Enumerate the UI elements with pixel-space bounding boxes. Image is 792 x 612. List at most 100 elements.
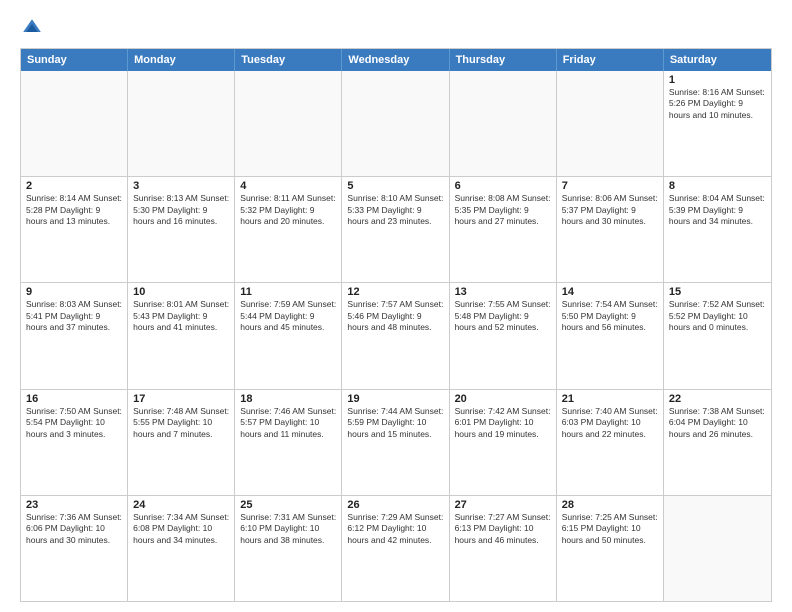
day-info: Sunrise: 8:10 AM Sunset: 5:33 PM Dayligh… <box>347 193 443 227</box>
calendar-cell: 14Sunrise: 7:54 AM Sunset: 5:50 PM Dayli… <box>557 283 664 388</box>
day-info: Sunrise: 7:25 AM Sunset: 6:15 PM Dayligh… <box>562 512 658 546</box>
day-info: Sunrise: 7:31 AM Sunset: 6:10 PM Dayligh… <box>240 512 336 546</box>
calendar-cell: 3Sunrise: 8:13 AM Sunset: 5:30 PM Daylig… <box>128 177 235 282</box>
calendar-cell: 26Sunrise: 7:29 AM Sunset: 6:12 PM Dayli… <box>342 496 449 601</box>
calendar-row-4: 16Sunrise: 7:50 AM Sunset: 5:54 PM Dayli… <box>21 389 771 495</box>
day-info: Sunrise: 7:48 AM Sunset: 5:55 PM Dayligh… <box>133 406 229 440</box>
day-info: Sunrise: 8:16 AM Sunset: 5:26 PM Dayligh… <box>669 87 766 121</box>
day-number: 12 <box>347 286 443 298</box>
day-info: Sunrise: 7:29 AM Sunset: 6:12 PM Dayligh… <box>347 512 443 546</box>
day-number: 25 <box>240 499 336 511</box>
day-number: 14 <box>562 286 658 298</box>
calendar-cell <box>128 71 235 176</box>
calendar-cell: 25Sunrise: 7:31 AM Sunset: 6:10 PM Dayli… <box>235 496 342 601</box>
calendar-row-2: 2Sunrise: 8:14 AM Sunset: 5:28 PM Daylig… <box>21 176 771 282</box>
calendar-cell <box>664 496 771 601</box>
header-day-thursday: Thursday <box>450 49 557 71</box>
header-day-wednesday: Wednesday <box>342 49 449 71</box>
calendar-cell: 23Sunrise: 7:36 AM Sunset: 6:06 PM Dayli… <box>21 496 128 601</box>
calendar-cell <box>557 71 664 176</box>
day-info: Sunrise: 8:06 AM Sunset: 5:37 PM Dayligh… <box>562 193 658 227</box>
day-info: Sunrise: 7:52 AM Sunset: 5:52 PM Dayligh… <box>669 299 766 333</box>
calendar: SundayMondayTuesdayWednesdayThursdayFrid… <box>20 48 772 602</box>
day-number: 13 <box>455 286 551 298</box>
day-info: Sunrise: 8:14 AM Sunset: 5:28 PM Dayligh… <box>26 193 122 227</box>
calendar-cell: 9Sunrise: 8:03 AM Sunset: 5:41 PM Daylig… <box>21 283 128 388</box>
calendar-cell: 22Sunrise: 7:38 AM Sunset: 6:04 PM Dayli… <box>664 390 771 495</box>
day-number: 5 <box>347 180 443 192</box>
header <box>20 16 772 40</box>
calendar-cell: 20Sunrise: 7:42 AM Sunset: 6:01 PM Dayli… <box>450 390 557 495</box>
day-number: 1 <box>669 74 766 86</box>
calendar-cell: 7Sunrise: 8:06 AM Sunset: 5:37 PM Daylig… <box>557 177 664 282</box>
day-number: 26 <box>347 499 443 511</box>
calendar-cell: 15Sunrise: 7:52 AM Sunset: 5:52 PM Dayli… <box>664 283 771 388</box>
calendar-cell: 10Sunrise: 8:01 AM Sunset: 5:43 PM Dayli… <box>128 283 235 388</box>
day-number: 22 <box>669 393 766 405</box>
day-info: Sunrise: 8:13 AM Sunset: 5:30 PM Dayligh… <box>133 193 229 227</box>
day-info: Sunrise: 7:34 AM Sunset: 6:08 PM Dayligh… <box>133 512 229 546</box>
calendar-cell: 2Sunrise: 8:14 AM Sunset: 5:28 PM Daylig… <box>21 177 128 282</box>
calendar-cell: 24Sunrise: 7:34 AM Sunset: 6:08 PM Dayli… <box>128 496 235 601</box>
calendar-cell: 18Sunrise: 7:46 AM Sunset: 5:57 PM Dayli… <box>235 390 342 495</box>
day-number: 28 <box>562 499 658 511</box>
header-day-saturday: Saturday <box>664 49 771 71</box>
day-number: 7 <box>562 180 658 192</box>
calendar-cell: 11Sunrise: 7:59 AM Sunset: 5:44 PM Dayli… <box>235 283 342 388</box>
calendar-cell: 28Sunrise: 7:25 AM Sunset: 6:15 PM Dayli… <box>557 496 664 601</box>
day-info: Sunrise: 7:54 AM Sunset: 5:50 PM Dayligh… <box>562 299 658 333</box>
day-number: 18 <box>240 393 336 405</box>
day-info: Sunrise: 8:03 AM Sunset: 5:41 PM Dayligh… <box>26 299 122 333</box>
calendar-cell <box>235 71 342 176</box>
calendar-cell <box>342 71 449 176</box>
day-info: Sunrise: 8:04 AM Sunset: 5:39 PM Dayligh… <box>669 193 766 227</box>
day-number: 2 <box>26 180 122 192</box>
day-number: 3 <box>133 180 229 192</box>
header-day-monday: Monday <box>128 49 235 71</box>
day-number: 19 <box>347 393 443 405</box>
header-day-tuesday: Tuesday <box>235 49 342 71</box>
calendar-row-5: 23Sunrise: 7:36 AM Sunset: 6:06 PM Dayli… <box>21 495 771 601</box>
logo <box>20 16 48 40</box>
calendar-cell: 6Sunrise: 8:08 AM Sunset: 5:35 PM Daylig… <box>450 177 557 282</box>
day-info: Sunrise: 7:55 AM Sunset: 5:48 PM Dayligh… <box>455 299 551 333</box>
calendar-cell: 27Sunrise: 7:27 AM Sunset: 6:13 PM Dayli… <box>450 496 557 601</box>
day-number: 8 <box>669 180 766 192</box>
day-info: Sunrise: 8:08 AM Sunset: 5:35 PM Dayligh… <box>455 193 551 227</box>
calendar-cell: 17Sunrise: 7:48 AM Sunset: 5:55 PM Dayli… <box>128 390 235 495</box>
day-number: 16 <box>26 393 122 405</box>
day-info: Sunrise: 7:42 AM Sunset: 6:01 PM Dayligh… <box>455 406 551 440</box>
day-number: 15 <box>669 286 766 298</box>
day-number: 27 <box>455 499 551 511</box>
day-info: Sunrise: 7:36 AM Sunset: 6:06 PM Dayligh… <box>26 512 122 546</box>
day-info: Sunrise: 7:40 AM Sunset: 6:03 PM Dayligh… <box>562 406 658 440</box>
day-number: 9 <box>26 286 122 298</box>
calendar-cell: 8Sunrise: 8:04 AM Sunset: 5:39 PM Daylig… <box>664 177 771 282</box>
day-number: 11 <box>240 286 336 298</box>
calendar-row-1: 1Sunrise: 8:16 AM Sunset: 5:26 PM Daylig… <box>21 71 771 176</box>
calendar-cell <box>21 71 128 176</box>
page: SundayMondayTuesdayWednesdayThursdayFrid… <box>0 0 792 612</box>
header-day-sunday: Sunday <box>21 49 128 71</box>
calendar-cell: 1Sunrise: 8:16 AM Sunset: 5:26 PM Daylig… <box>664 71 771 176</box>
day-info: Sunrise: 7:27 AM Sunset: 6:13 PM Dayligh… <box>455 512 551 546</box>
day-info: Sunrise: 7:50 AM Sunset: 5:54 PM Dayligh… <box>26 406 122 440</box>
calendar-cell: 21Sunrise: 7:40 AM Sunset: 6:03 PM Dayli… <box>557 390 664 495</box>
day-info: Sunrise: 8:01 AM Sunset: 5:43 PM Dayligh… <box>133 299 229 333</box>
day-info: Sunrise: 7:44 AM Sunset: 5:59 PM Dayligh… <box>347 406 443 440</box>
calendar-cell: 4Sunrise: 8:11 AM Sunset: 5:32 PM Daylig… <box>235 177 342 282</box>
calendar-cell: 16Sunrise: 7:50 AM Sunset: 5:54 PM Dayli… <box>21 390 128 495</box>
day-number: 10 <box>133 286 229 298</box>
calendar-cell: 13Sunrise: 7:55 AM Sunset: 5:48 PM Dayli… <box>450 283 557 388</box>
calendar-row-3: 9Sunrise: 8:03 AM Sunset: 5:41 PM Daylig… <box>21 282 771 388</box>
calendar-cell: 5Sunrise: 8:10 AM Sunset: 5:33 PM Daylig… <box>342 177 449 282</box>
day-number: 21 <box>562 393 658 405</box>
day-number: 20 <box>455 393 551 405</box>
calendar-cell: 19Sunrise: 7:44 AM Sunset: 5:59 PM Dayli… <box>342 390 449 495</box>
day-number: 4 <box>240 180 336 192</box>
calendar-cell <box>450 71 557 176</box>
day-info: Sunrise: 7:46 AM Sunset: 5:57 PM Dayligh… <box>240 406 336 440</box>
day-info: Sunrise: 8:11 AM Sunset: 5:32 PM Dayligh… <box>240 193 336 227</box>
day-number: 24 <box>133 499 229 511</box>
day-number: 6 <box>455 180 551 192</box>
